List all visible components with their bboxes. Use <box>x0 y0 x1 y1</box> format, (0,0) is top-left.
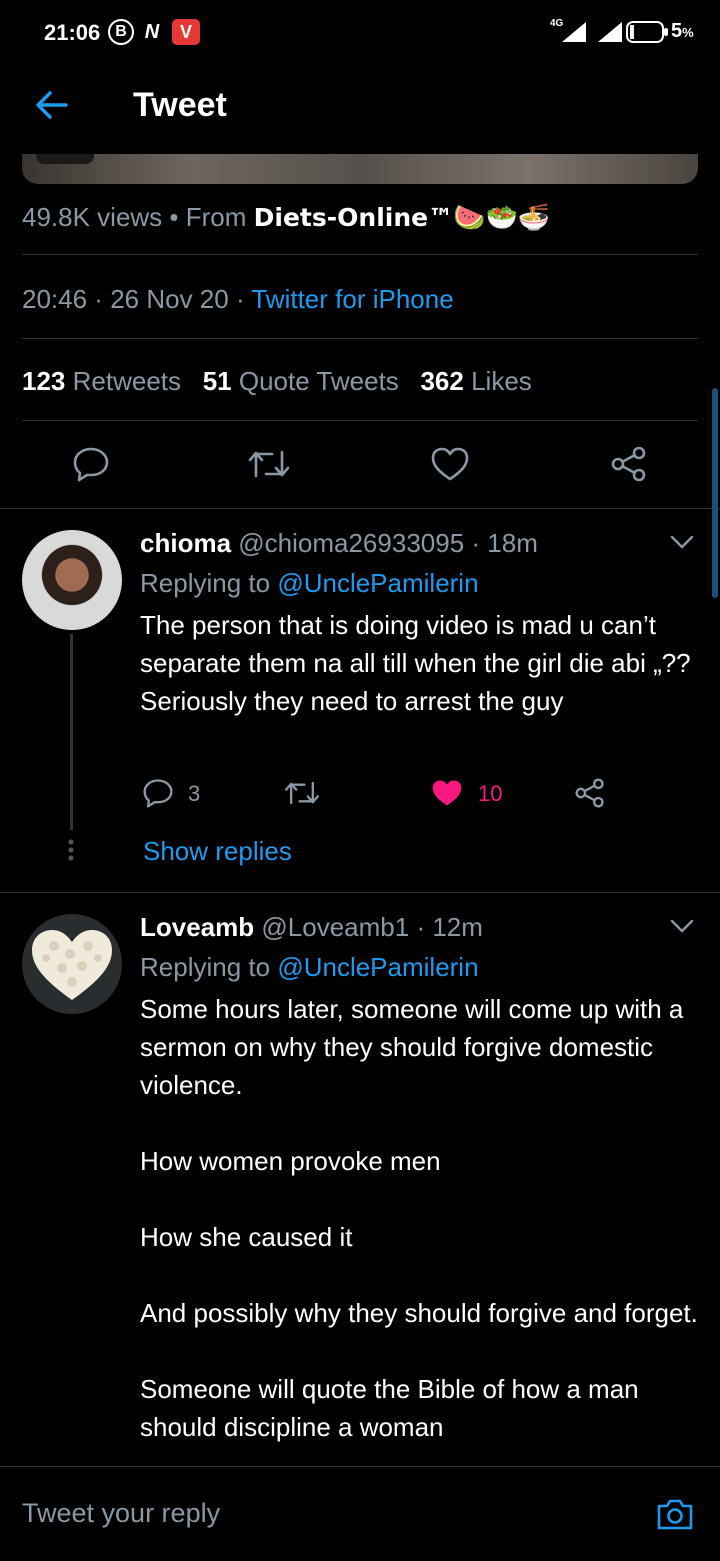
avatar[interactable] <box>22 914 122 1014</box>
user-name[interactable]: chioma <box>140 528 231 558</box>
reply-icon[interactable] <box>142 778 174 808</box>
chevron-down-icon[interactable] <box>670 534 694 550</box>
reply-text: Some hours later, someone will come up w… <box>140 994 698 1442</box>
thread-line <box>70 634 73 830</box>
camera-icon[interactable] <box>656 1497 694 1531</box>
reply-time: · 18m <box>471 528 538 558</box>
views-count: 49.8K views <box>22 202 163 232</box>
divider <box>22 420 698 421</box>
likes-stat[interactable]: 362 Likes <box>420 366 531 396</box>
user-handle[interactable]: @chioma26933095 <box>238 528 464 558</box>
divider <box>0 508 720 509</box>
retweet-icon[interactable] <box>248 446 290 482</box>
views-line: 49.8K views • From Diets-Online™🍉🥗🍜 <box>22 202 551 232</box>
signal-icon-2 <box>598 22 622 42</box>
divider <box>22 338 698 339</box>
reply-header: chioma @chioma26933095 · 18m <box>140 528 538 559</box>
reply-text: The person that is doing video is mad u … <box>140 610 698 716</box>
retweet-icon[interactable] <box>284 778 320 808</box>
replying-to-line: Replying to @UnclePamilerin <box>140 568 479 598</box>
like-icon[interactable] <box>430 446 470 482</box>
show-replies-link[interactable]: Show replies <box>143 836 292 867</box>
source-emoji: 🍉🥗🍜 <box>453 202 551 232</box>
divider <box>22 254 698 255</box>
mention-link[interactable]: @UnclePamilerin <box>277 568 478 598</box>
source-name[interactable]: Diets-Online™ <box>254 203 453 232</box>
thread-dots <box>68 838 74 862</box>
reply-count: 3 <box>188 781 201 806</box>
tweet-media[interactable] <box>22 154 698 184</box>
like-count: 10 <box>478 781 503 806</box>
signal-icon <box>562 22 586 42</box>
avatar[interactable] <box>22 530 122 630</box>
scrollbar[interactable] <box>712 388 718 598</box>
reply-header: Loveamb @Loveamb1 · 12m <box>140 912 483 943</box>
video-duration-badge <box>36 154 94 164</box>
user-handle[interactable]: @Loveamb1 <box>261 912 409 942</box>
back-arrow-icon[interactable] <box>34 88 68 122</box>
from-label: From <box>185 202 247 232</box>
reply-input[interactable] <box>22 1489 622 1537</box>
chevron-down-icon[interactable] <box>670 918 694 934</box>
status-time: 21:06 <box>44 20 101 45</box>
tweet-time: 20:46 <box>22 284 88 314</box>
reply-bar <box>0 1466 720 1561</box>
n-app-icon: N <box>144 20 160 43</box>
stats-line: 123 Retweets 51 Quote Tweets 362 Likes <box>22 366 532 397</box>
replying-to-line: Replying to @UnclePamilerin <box>140 952 479 982</box>
b-app-icon: B <box>108 19 134 45</box>
tweet-date: 26 Nov 20 <box>110 284 229 314</box>
client-link[interactable]: Twitter for iPhone <box>251 284 453 314</box>
share-icon[interactable] <box>610 446 648 482</box>
divider <box>0 892 720 893</box>
page-title: Tweet <box>133 86 227 124</box>
reply-time: · 12m <box>416 912 483 942</box>
v-app-icon: V <box>172 19 200 45</box>
reply-icon[interactable] <box>72 446 110 482</box>
mention-link[interactable]: @UnclePamilerin <box>277 952 478 982</box>
retweets-stat[interactable]: 123 Retweets <box>22 366 181 396</box>
user-name[interactable]: Loveamb <box>140 912 254 942</box>
heart-roses-image <box>32 930 112 1000</box>
battery-icon <box>626 21 668 43</box>
quotes-stat[interactable]: 51 Quote Tweets <box>203 366 399 396</box>
share-icon[interactable] <box>574 778 606 808</box>
timestamp-line: 20:46 · 26 Nov 20 · Twitter for iPhone <box>22 284 454 314</box>
battery-percent: 5% <box>671 20 694 42</box>
heart-filled-icon[interactable] <box>430 778 464 808</box>
